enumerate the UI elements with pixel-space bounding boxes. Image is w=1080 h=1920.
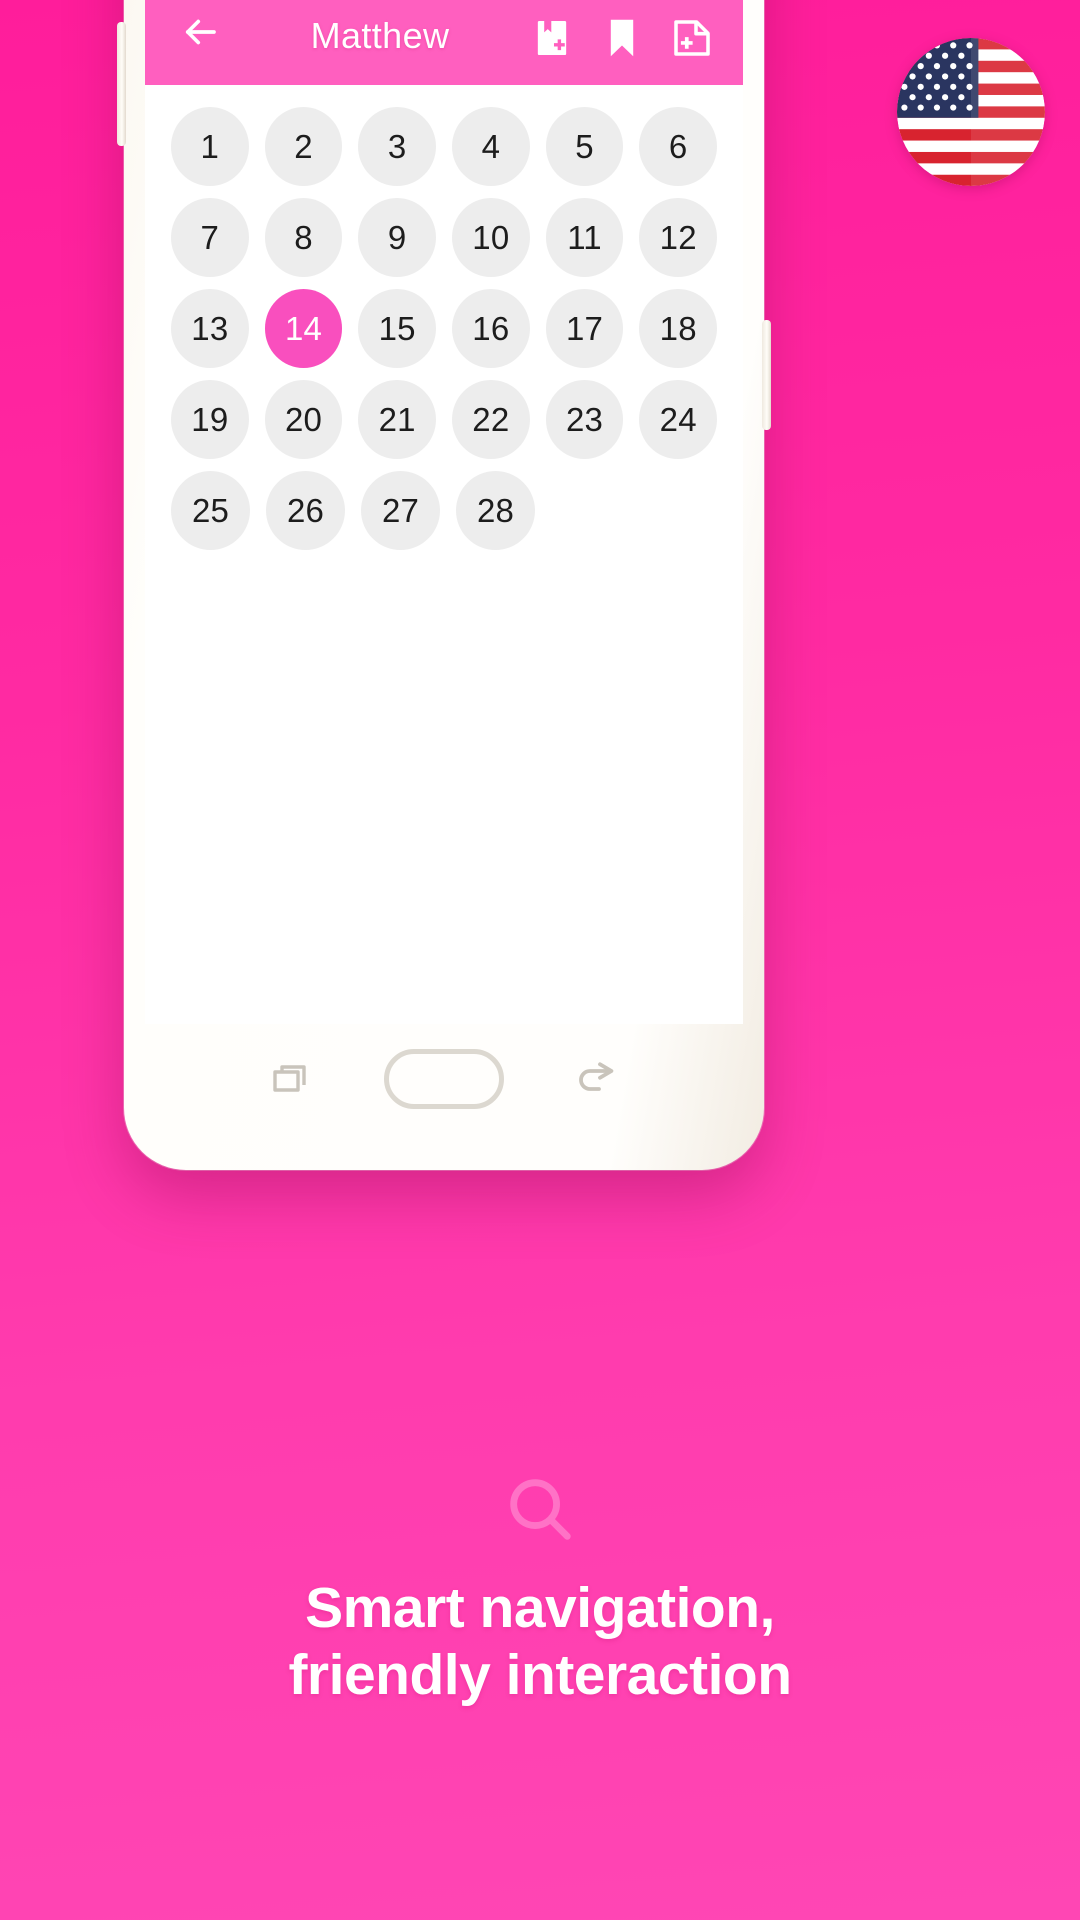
- chapter-chip[interactable]: 2: [264, 107, 343, 186]
- chapter-chip[interactable]: 1: [171, 107, 249, 186]
- phone-volume-button[interactable]: [117, 22, 126, 146]
- chapter-chip[interactable]: 6: [639, 107, 718, 186]
- us-flag-badge[interactable]: [897, 38, 1045, 186]
- app-bar-actions: [531, 15, 717, 61]
- chapter-chip[interactable]: 11: [545, 198, 624, 277]
- chapter-chip[interactable]: 21: [358, 380, 437, 459]
- chapter-chip[interactable]: 28: [456, 471, 535, 550]
- chapter-chip[interactable]: 26: [266, 471, 345, 550]
- add-note-icon: [674, 20, 710, 56]
- app-bar: Matthew: [145, 0, 743, 85]
- chapter-chip[interactable]: 4: [452, 107, 530, 186]
- chapter-row: 25 26 27 28: [163, 471, 725, 550]
- chapter-chip[interactable]: 19: [171, 380, 249, 459]
- search-icon: [510, 1479, 571, 1540]
- back-button[interactable]: [171, 3, 229, 61]
- add-note-button[interactable]: [671, 15, 713, 61]
- save-bookmark-icon: [537, 21, 567, 55]
- chapter-row: 19 20 21 22 23 24: [163, 380, 725, 459]
- android-navigation-bar: [124, 1024, 764, 1134]
- chapter-row: 1 2 3 4 5 6: [163, 107, 725, 186]
- chapter-chip[interactable]: 17: [545, 289, 624, 368]
- chapter-row: 13 14 15 16 17 18: [163, 289, 725, 368]
- chapter-chip[interactable]: 5: [545, 107, 624, 186]
- chapter-chip[interactable]: 22: [452, 380, 530, 459]
- back-button-nav[interactable]: [571, 1055, 619, 1103]
- feature-caption: Smart navigation, friendly interaction: [0, 1470, 1080, 1710]
- phone-mockup: Matthew 1 2 3 4 5 6 7 8 9 10 11 12 13 14…: [117, 0, 771, 1170]
- us-flag-icon: [897, 38, 1045, 186]
- phone-power-button[interactable]: [762, 320, 771, 430]
- chapter-chip[interactable]: 9: [358, 198, 437, 277]
- caption-text: Smart navigation, friendly interaction: [60, 1575, 1020, 1710]
- phone-screen: Matthew 1 2 3 4 5 6 7 8 9 10 11 12 13 14…: [145, 0, 743, 1024]
- save-bookmark-button[interactable]: [531, 15, 573, 61]
- caption-icon-wrap: [60, 1470, 1020, 1553]
- recents-icon: [273, 1065, 307, 1092]
- home-button[interactable]: [383, 1049, 504, 1109]
- arrow-left-icon: [185, 19, 216, 45]
- chapter-chip[interactable]: 25: [171, 471, 250, 550]
- recents-button[interactable]: [269, 1055, 317, 1103]
- chapter-chip[interactable]: 24: [639, 380, 718, 459]
- bookmark-icon: [610, 19, 634, 57]
- chapter-chip[interactable]: 7: [171, 198, 249, 277]
- chapter-grid: 1 2 3 4 5 6 7 8 9 10 11 12 13 14 15 16 1…: [145, 85, 743, 550]
- caption-line-1: Smart navigation,: [305, 1576, 775, 1640]
- chapter-chip[interactable]: 16: [452, 289, 530, 368]
- chapter-chip[interactable]: 3: [358, 107, 437, 186]
- caption-line-2: friendly interaction: [288, 1643, 792, 1708]
- chapter-chip[interactable]: 18: [639, 289, 718, 368]
- chapter-chip[interactable]: 10: [452, 198, 530, 277]
- chapter-chip[interactable]: 27: [361, 471, 440, 550]
- chapter-row: 7 8 9 10 11 12: [163, 198, 725, 277]
- back-icon: [578, 1062, 613, 1091]
- chapter-chip-selected[interactable]: 14: [264, 289, 343, 368]
- bookmark-button[interactable]: [601, 15, 643, 61]
- chapter-chip[interactable]: 15: [358, 289, 437, 368]
- chapter-chip[interactable]: 20: [264, 380, 343, 459]
- chapter-chip[interactable]: 13: [171, 289, 249, 368]
- app-bar-title: Matthew: [310, 15, 450, 56]
- chapter-chip[interactable]: 12: [639, 198, 718, 277]
- chapter-chip[interactable]: 8: [264, 198, 343, 277]
- chapter-chip[interactable]: 23: [545, 380, 624, 459]
